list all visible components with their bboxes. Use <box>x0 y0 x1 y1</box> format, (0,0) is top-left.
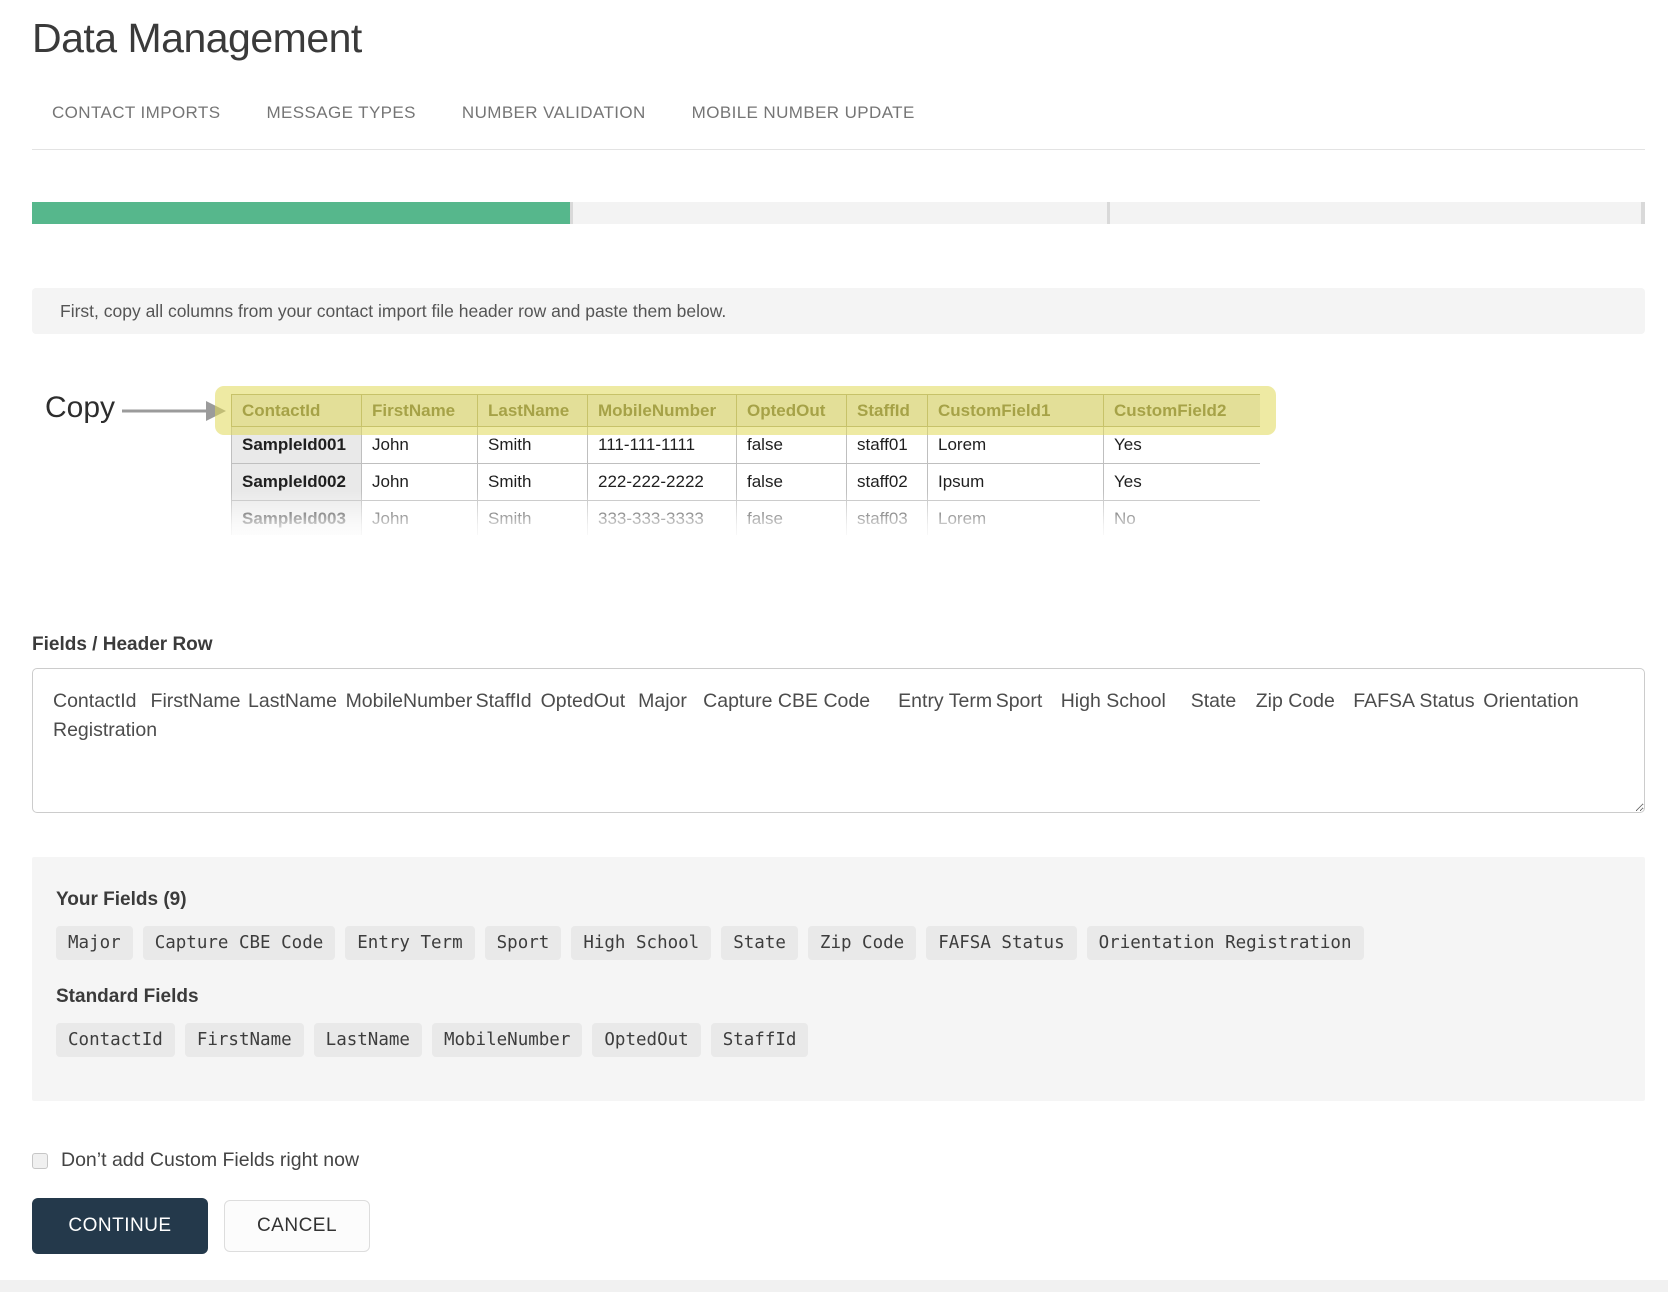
sample-table-row: SampleId002JohnSmith222-222-2222falsesta… <box>232 464 1261 501</box>
sample-column-header: OptedOut <box>737 395 847 427</box>
sample-cell: Yes <box>1104 464 1261 501</box>
standard-field-chip[interactable]: MobileNumber <box>432 1023 582 1057</box>
standard-field-chip[interactable]: OptedOut <box>592 1023 700 1057</box>
page-bottom-edge <box>0 1280 1668 1292</box>
standard-field-chip[interactable]: ContactId <box>56 1023 175 1057</box>
progress-divider-2 <box>1107 202 1110 224</box>
sample-row-id-cell: SampleId001 <box>232 427 362 464</box>
progress-bar <box>32 202 1645 224</box>
sample-column-header: StaffId <box>847 395 928 427</box>
sample-cell: staff02 <box>847 464 928 501</box>
sample-table-row: SampleId001JohnSmith111-111-1111falsesta… <box>232 427 1261 464</box>
custom-field-chip[interactable]: Capture CBE Code <box>143 926 336 960</box>
sample-data-table: ContactIdFirstNameLastNameMobileNumberOp… <box>231 394 1260 535</box>
sample-cell: false <box>737 501 847 536</box>
sample-cell: John <box>362 464 478 501</box>
sample-cell: false <box>737 427 847 464</box>
copy-annotation-label: Copy <box>45 390 115 426</box>
sample-table-head: ContactIdFirstNameLastNameMobileNumberOp… <box>232 395 1261 427</box>
sample-column-header: MobileNumber <box>588 395 737 427</box>
standard-fields-list: ContactId FirstName LastName MobileNumber Op… <box>56 1023 1621 1057</box>
sample-cell: Smith <box>478 501 588 536</box>
custom-field-chip[interactable]: Entry Term <box>345 926 474 960</box>
your-fields-label: Your Fields (9) <box>56 889 1621 911</box>
custom-fields-checkbox[interactable] <box>32 1153 48 1169</box>
tab-bar: CONTACT IMPORTS MESSAGE TYPES NUMBER VAL… <box>32 103 1645 150</box>
sample-row-id-cell: SampleId003 <box>232 501 362 536</box>
progress-divider-1 <box>570 202 573 224</box>
tab-contact-imports[interactable]: CONTACT IMPORTS <box>52 103 220 123</box>
progress-endcap <box>1641 202 1645 224</box>
standard-fields-label: Standard Fields <box>56 986 1621 1008</box>
sample-cell: staff01 <box>847 427 928 464</box>
action-buttons: CONTINUE CANCEL <box>32 1198 1645 1254</box>
sample-cell: John <box>362 427 478 464</box>
tab-number-validation[interactable]: NUMBER VALIDATION <box>462 103 646 123</box>
custom-field-chip[interactable]: Zip Code <box>808 926 916 960</box>
standard-field-chip[interactable]: FirstName <box>185 1023 304 1057</box>
standard-field-chip[interactable]: StaffId <box>711 1023 809 1057</box>
tab-mobile-number-update[interactable]: MOBILE NUMBER UPDATE <box>692 103 915 123</box>
sample-table-row: SampleId003JohnSmith333-333-3333falsesta… <box>232 501 1261 536</box>
sample-column-header: ContactId <box>232 395 362 427</box>
sample-cell: Smith <box>478 464 588 501</box>
sample-table-body: SampleId001JohnSmith111-111-1111falsesta… <box>232 427 1261 536</box>
sample-cell: staff03 <box>847 501 928 536</box>
sample-cell: Lorem <box>928 427 1104 464</box>
sample-cell: Ipsum <box>928 464 1104 501</box>
fields-panel: Your Fields (9) Major Capture CBE Code Ent… <box>32 857 1645 1101</box>
page-title: Data Management <box>32 14 1645 63</box>
sample-column-header: CustomField1 <box>928 395 1104 427</box>
custom-fields-checkbox-row: Don’t add Custom Fields right now <box>32 1149 1645 1172</box>
custom-field-chip[interactable]: Orientation Registration <box>1087 926 1364 960</box>
custom-field-chip[interactable]: Major <box>56 926 133 960</box>
sample-column-header: CustomField2 <box>1104 395 1261 427</box>
sample-cell: No <box>1104 501 1261 536</box>
custom-fields-checkbox-label[interactable]: Don’t add Custom Fields right now <box>61 1149 359 1172</box>
custom-field-chip[interactable]: State <box>721 926 798 960</box>
sample-cell: 333-333-3333 <box>588 501 737 536</box>
sample-cell: Yes <box>1104 427 1261 464</box>
arrow-right-icon <box>120 398 228 429</box>
sample-cell: John <box>362 501 478 536</box>
cancel-button[interactable]: CANCEL <box>224 1200 370 1252</box>
custom-field-chip[interactable]: FAFSA Status <box>926 926 1076 960</box>
sample-cell: Smith <box>478 427 588 464</box>
sample-column-header: LastName <box>478 395 588 427</box>
sample-header-row: ContactIdFirstNameLastNameMobileNumberOp… <box>232 395 1261 427</box>
sample-column-header: FirstName <box>362 395 478 427</box>
sample-table-section: Copy ContactIdFirstNameLastNameMobileNum… <box>32 334 1645 542</box>
custom-field-chip[interactable]: Sport <box>485 926 562 960</box>
your-fields-list: Major Capture CBE Code Entry Term Sport High… <box>56 926 1621 960</box>
standard-field-chip[interactable]: LastName <box>314 1023 422 1057</box>
sample-cell: false <box>737 464 847 501</box>
sample-cell: 111-111-1111 <box>588 427 737 464</box>
continue-button[interactable]: CONTINUE <box>32 1198 208 1254</box>
sample-cell: 222-222-2222 <box>588 464 737 501</box>
sample-row-id-cell: SampleId002 <box>232 464 362 501</box>
sample-table-wrap: ContactIdFirstNameLastNameMobileNumberOp… <box>231 394 1260 535</box>
progress-fill <box>32 202 570 224</box>
tab-message-types[interactable]: MESSAGE TYPES <box>266 103 415 123</box>
instruction-banner: First, copy all columns from your contac… <box>32 288 1645 334</box>
sample-cell: Lorem <box>928 501 1104 536</box>
fields-input[interactable]: ContactId FirstName LastName MobileNumbe… <box>32 668 1645 813</box>
fields-header-row-label: Fields / Header Row <box>32 634 1645 656</box>
custom-field-chip[interactable]: High School <box>571 926 711 960</box>
